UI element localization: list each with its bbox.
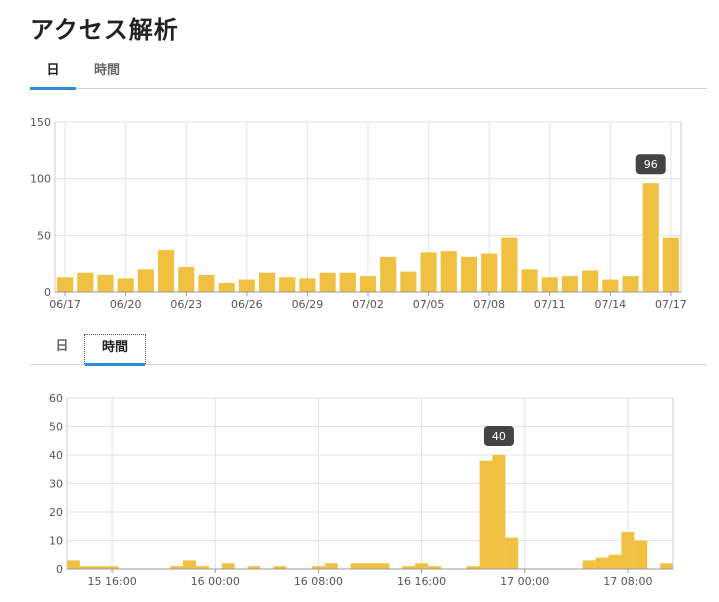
y-tick-label: 40 xyxy=(49,449,63,462)
bar xyxy=(521,269,538,292)
y-tick-label: 100 xyxy=(30,173,51,186)
x-tick-label: 16 08:00 xyxy=(294,575,343,588)
hourly-bar-chart: 0 10 20 30 40 50 60 15 16:00 16 00:00 16 08:00 16 … xyxy=(49,392,674,588)
x-tick-label: 15 16:00 xyxy=(88,575,137,588)
bar xyxy=(258,272,276,292)
bar xyxy=(479,460,493,569)
bar xyxy=(279,277,296,292)
bar xyxy=(481,253,498,292)
bar xyxy=(622,276,639,292)
page-title: アクセス解析 xyxy=(30,16,179,44)
tab-day-label: 日 xyxy=(55,339,69,354)
tab-day[interactable]: 日 xyxy=(30,58,76,90)
bar xyxy=(662,237,679,292)
bar xyxy=(77,272,94,292)
bar xyxy=(642,183,659,292)
bar xyxy=(634,540,648,569)
y-tick-label: 0 xyxy=(56,563,63,576)
bar xyxy=(157,250,175,292)
active-tab-indicator xyxy=(85,363,145,366)
bar xyxy=(440,251,457,292)
bar xyxy=(660,563,673,569)
bar xyxy=(117,278,134,292)
x-tick-label: 06/29 xyxy=(292,298,324,311)
daily-bar-chart: 05010015006/17 06/20 06/23 06/26 06/29 07/02 0… xyxy=(30,116,687,311)
bar xyxy=(299,278,316,292)
value-tooltip: 96 xyxy=(635,154,666,175)
bar xyxy=(97,275,114,292)
bar xyxy=(319,272,336,292)
tab-hour[interactable]: 時間 xyxy=(84,334,146,366)
x-tick-label: 06/26 xyxy=(231,298,263,311)
x-tick-label: 06/17 xyxy=(49,298,81,311)
bar xyxy=(621,531,635,569)
bar xyxy=(595,557,609,569)
bar xyxy=(238,279,255,292)
tab-hour-label: 時間 xyxy=(101,340,128,355)
tooltip-value: 40 xyxy=(492,430,506,443)
bar xyxy=(363,563,377,569)
bar xyxy=(183,560,196,569)
bar xyxy=(582,270,599,292)
bar xyxy=(67,560,80,569)
tab-day[interactable]: 日 xyxy=(42,334,82,364)
y-tick-label: 10 xyxy=(49,535,63,548)
bar xyxy=(324,563,338,569)
x-tick-label: 06/23 xyxy=(170,298,202,311)
bar xyxy=(350,563,364,569)
bar xyxy=(420,252,437,292)
value-tooltip: 40 xyxy=(483,426,514,446)
x-tick-label: 17 00:00 xyxy=(500,575,549,588)
x-tick-label: 07/05 xyxy=(413,298,445,311)
bar xyxy=(602,279,619,292)
tooltip-value: 96 xyxy=(644,158,658,171)
x-tick-label: 07/08 xyxy=(473,298,505,311)
x-tick-label: 16 00:00 xyxy=(191,575,240,588)
x-tick-label: 06/20 xyxy=(110,298,142,311)
active-tab-indicator xyxy=(30,87,76,90)
daily-tab-bar: 日 時間 xyxy=(30,58,707,90)
bar xyxy=(460,256,478,292)
bar xyxy=(492,455,506,569)
tab-day-label: 日 xyxy=(46,63,60,78)
bar xyxy=(582,560,596,569)
bar xyxy=(561,276,579,292)
bar xyxy=(415,563,429,569)
bar xyxy=(221,563,235,569)
x-tick-label: 07/02 xyxy=(352,298,384,311)
bar xyxy=(178,267,195,292)
bar xyxy=(57,277,74,292)
hourly-tab-bar: 日 時間 xyxy=(30,334,707,366)
bar xyxy=(541,277,558,292)
bar xyxy=(137,269,154,292)
x-tick-label: 17 08:00 xyxy=(603,575,652,588)
bar xyxy=(380,256,397,292)
bar xyxy=(505,537,519,569)
bar xyxy=(339,272,356,292)
y-tick-label: 150 xyxy=(30,116,51,129)
y-tick-label: 50 xyxy=(37,229,51,242)
bar xyxy=(198,275,215,292)
x-tick-label: 07/14 xyxy=(594,298,626,311)
daily-chart: 0 50 100 150 06/17 06/20 06/23 06/26 06/29 07/02 0… xyxy=(0,110,719,324)
x-tick-label: 07/11 xyxy=(534,298,566,311)
y-tick-label: 20 xyxy=(49,506,63,519)
bar xyxy=(376,563,390,569)
y-tick-label: 60 xyxy=(49,392,63,405)
y-tick-label: 50 xyxy=(49,421,63,434)
bar xyxy=(359,276,377,292)
tab-hour[interactable]: 時間 xyxy=(82,58,132,88)
hourly-chart: 0 10 20 30 40 50 60 15 16:00 16 00:00 16 08:00 16 … xyxy=(0,388,719,602)
bar xyxy=(608,554,622,569)
x-tick-label: 07/17 xyxy=(655,298,687,311)
bar xyxy=(501,237,518,292)
x-tick-label: 16 16:00 xyxy=(397,575,446,588)
bar xyxy=(218,282,235,292)
tab-hour-label: 時間 xyxy=(93,63,120,78)
y-tick-label: 30 xyxy=(49,478,63,491)
bar xyxy=(400,271,417,292)
